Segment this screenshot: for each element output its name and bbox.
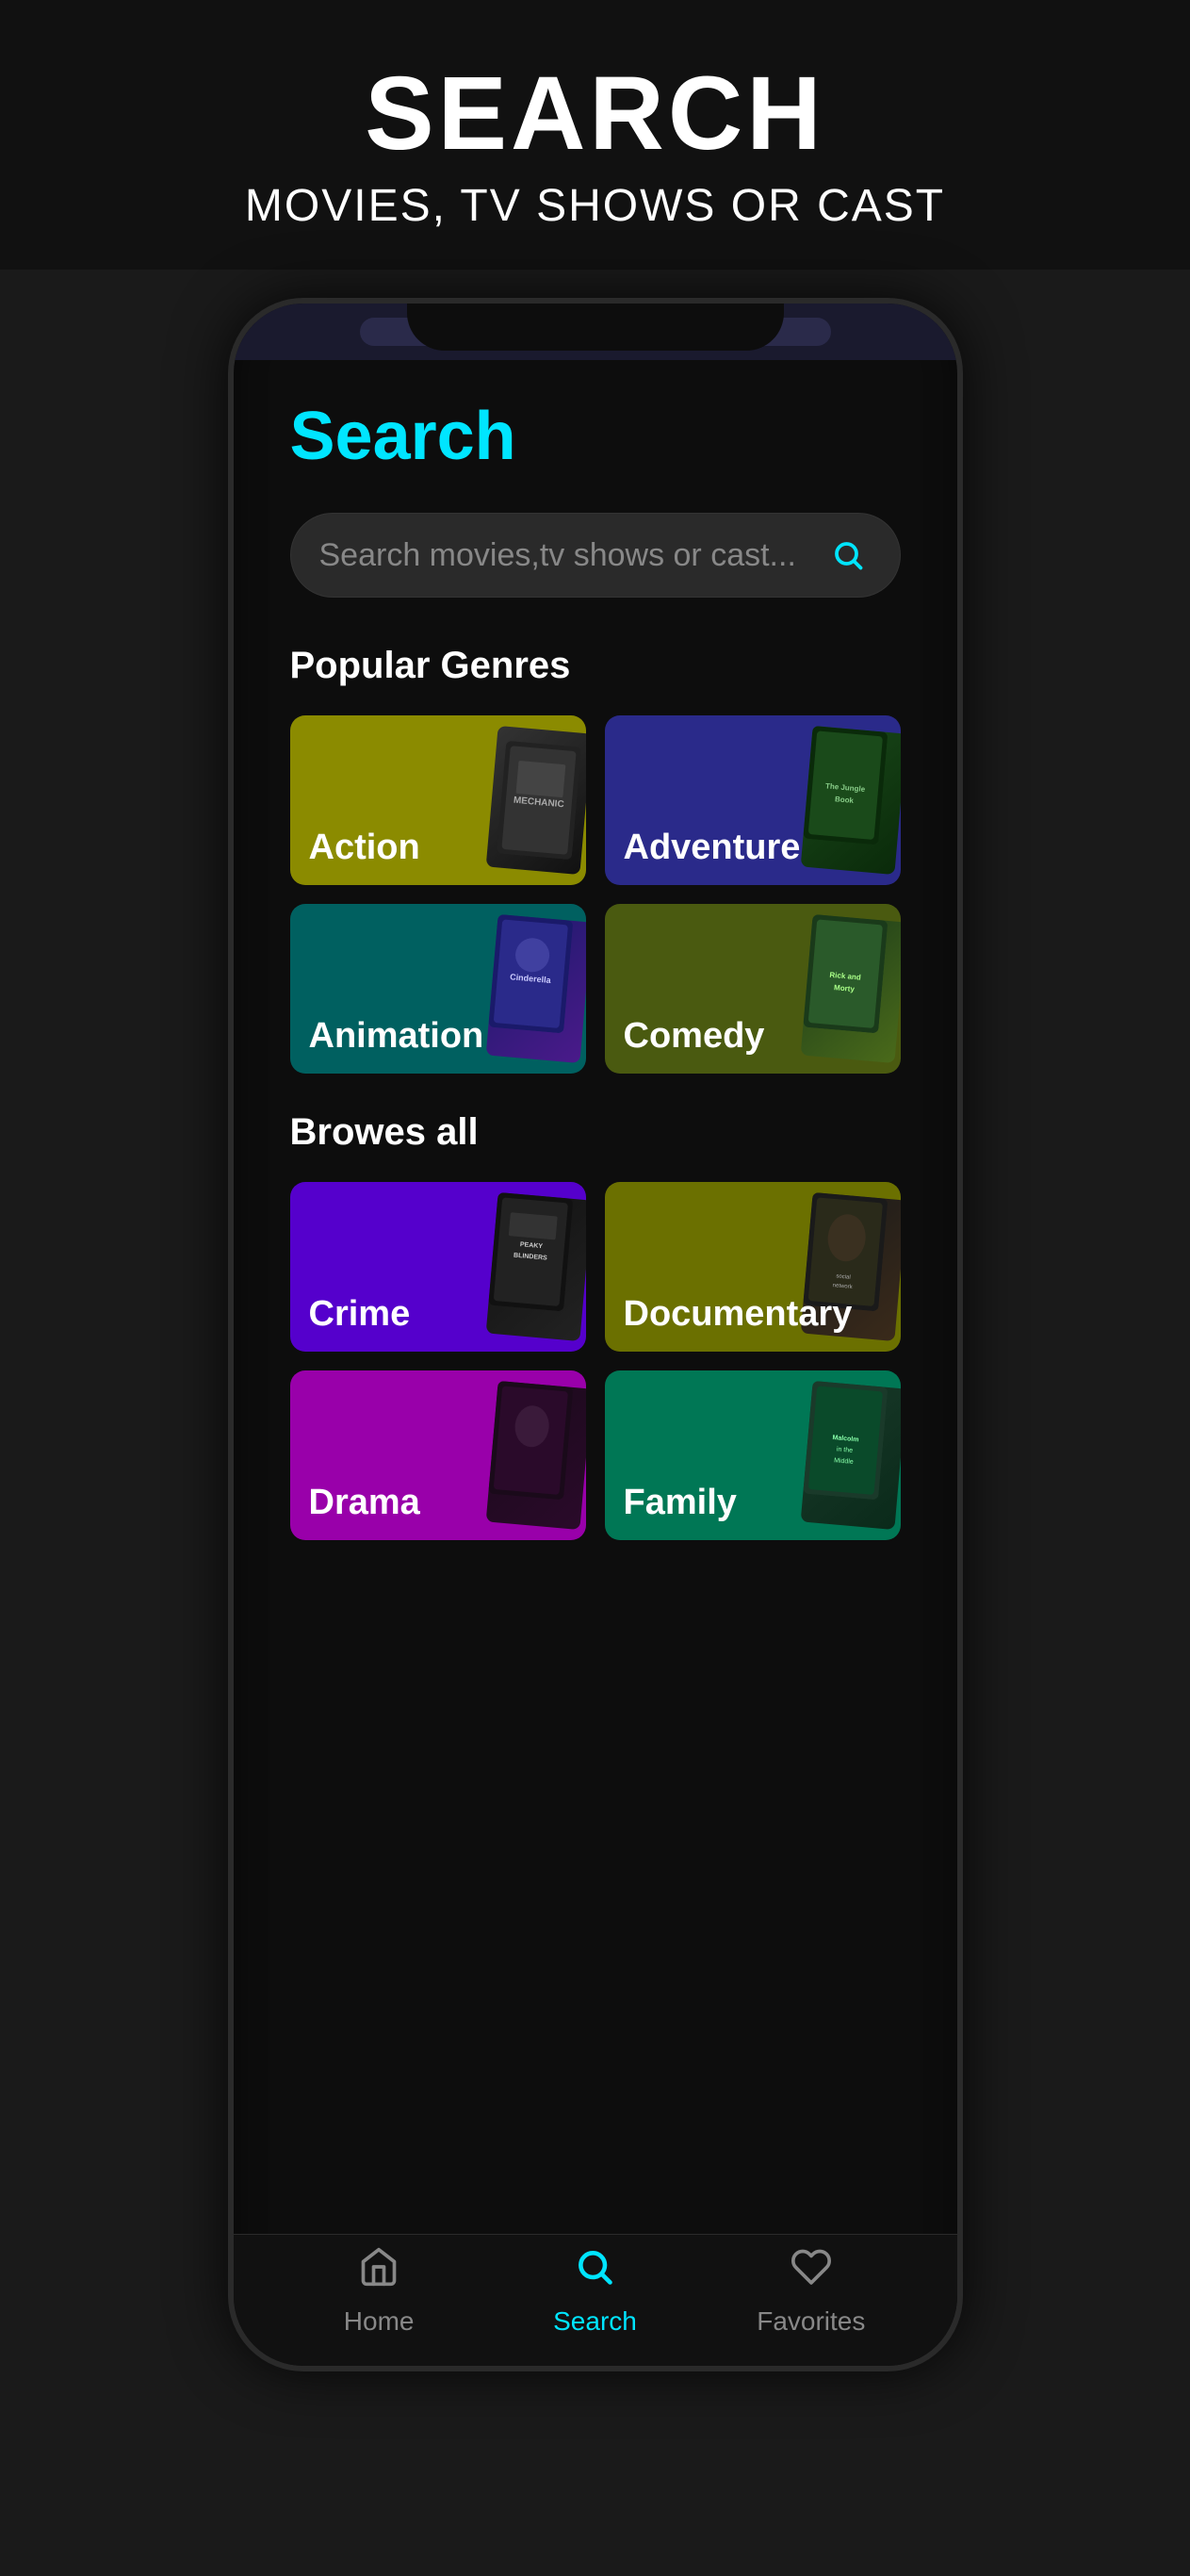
genre-label-comedy: Comedy <box>624 1016 765 1057</box>
genre-label-documentary: Documentary <box>624 1294 853 1335</box>
genre-label-family: Family <box>624 1483 737 1523</box>
genre-card-family[interactable]: Family Malcolm in the Middle <box>605 1370 901 1540</box>
page-title: Search <box>290 398 901 475</box>
phone-notch <box>407 304 784 351</box>
genre-label-crime: Crime <box>309 1294 411 1335</box>
phone-device: Search Search movies,tv shows or cast...… <box>228 298 963 2371</box>
drama-poster-container <box>432 1370 586 1540</box>
all-genres-grid: Crime PEAKY BLINDERS Documentar <box>290 1182 901 1540</box>
nav-label-favorites: Favorites <box>757 2306 865 2337</box>
genre-card-crime[interactable]: Crime PEAKY BLINDERS <box>290 1182 586 1352</box>
action-poster-container: MECHANIC <box>432 715 586 885</box>
adventure-poster: The Jungle Book <box>800 726 900 875</box>
genre-label-adventure: Adventure <box>624 828 801 868</box>
genre-card-animation[interactable]: Animation Cinderella <box>290 904 586 1074</box>
genre-card-drama[interactable]: Drama <box>290 1370 586 1540</box>
home-icon <box>358 2246 399 2299</box>
svg-text:Morty: Morty <box>833 983 855 993</box>
bottom-nav: Home Search Favorites <box>234 2234 957 2366</box>
promo-subtitle: MOVIES, TV SHOWS OR CAST <box>38 180 1152 232</box>
search-icon[interactable] <box>824 532 872 579</box>
nav-item-favorites[interactable]: Favorites <box>726 2246 896 2337</box>
family-poster: Malcolm in the Middle <box>800 1381 900 1530</box>
search-nav-icon <box>574 2246 615 2299</box>
genre-label-animation: Animation <box>309 1016 484 1057</box>
nav-item-search[interactable]: Search <box>510 2246 679 2337</box>
comedy-poster-container: Rick and Morty <box>747 904 901 1074</box>
genre-label-drama: Drama <box>309 1483 420 1523</box>
genre-card-action[interactable]: Action MECHANIC <box>290 715 586 885</box>
family-poster-container: Malcolm in the Middle <box>747 1370 901 1540</box>
animation-poster: Cinderella <box>485 914 585 1063</box>
genre-label-action: Action <box>309 828 420 868</box>
search-bar[interactable]: Search movies,tv shows or cast... <box>290 513 901 598</box>
popular-genres-label: Popular Genres <box>290 645 901 687</box>
crime-poster-container: PEAKY BLINDERS <box>432 1182 586 1352</box>
drama-poster <box>485 1381 585 1530</box>
nav-label-home: Home <box>344 2306 415 2337</box>
genre-card-adventure[interactable]: Adventure The Jungle Book <box>605 715 901 885</box>
genre-card-comedy[interactable]: Comedy Rick and Morty <box>605 904 901 1074</box>
promo-section: SEARCH MOVIES, TV SHOWS OR CAST <box>0 0 1190 270</box>
action-poster: MECHANIC <box>485 726 585 875</box>
svg-text:in the: in the <box>836 1446 853 1453</box>
crime-poster: PEAKY BLINDERS <box>485 1192 585 1341</box>
genre-card-documentary[interactable]: Documentary social network <box>605 1182 901 1352</box>
nav-label-search: Search <box>553 2306 637 2337</box>
promo-title: SEARCH <box>38 57 1152 171</box>
svg-text:Book: Book <box>834 795 854 805</box>
popular-genres-grid: Action MECHANIC Adventure <box>290 715 901 1074</box>
comedy-poster: Rick and Morty <box>800 914 900 1063</box>
svg-text:social: social <box>836 1273 851 1280</box>
favorites-icon <box>791 2246 832 2299</box>
nav-item-home[interactable]: Home <box>294 2246 464 2337</box>
browes-all-label: Browes all <box>290 1111 901 1154</box>
phone-content: Search Search movies,tv shows or cast...… <box>234 360 957 2290</box>
search-input[interactable]: Search movies,tv shows or cast... <box>319 537 824 574</box>
